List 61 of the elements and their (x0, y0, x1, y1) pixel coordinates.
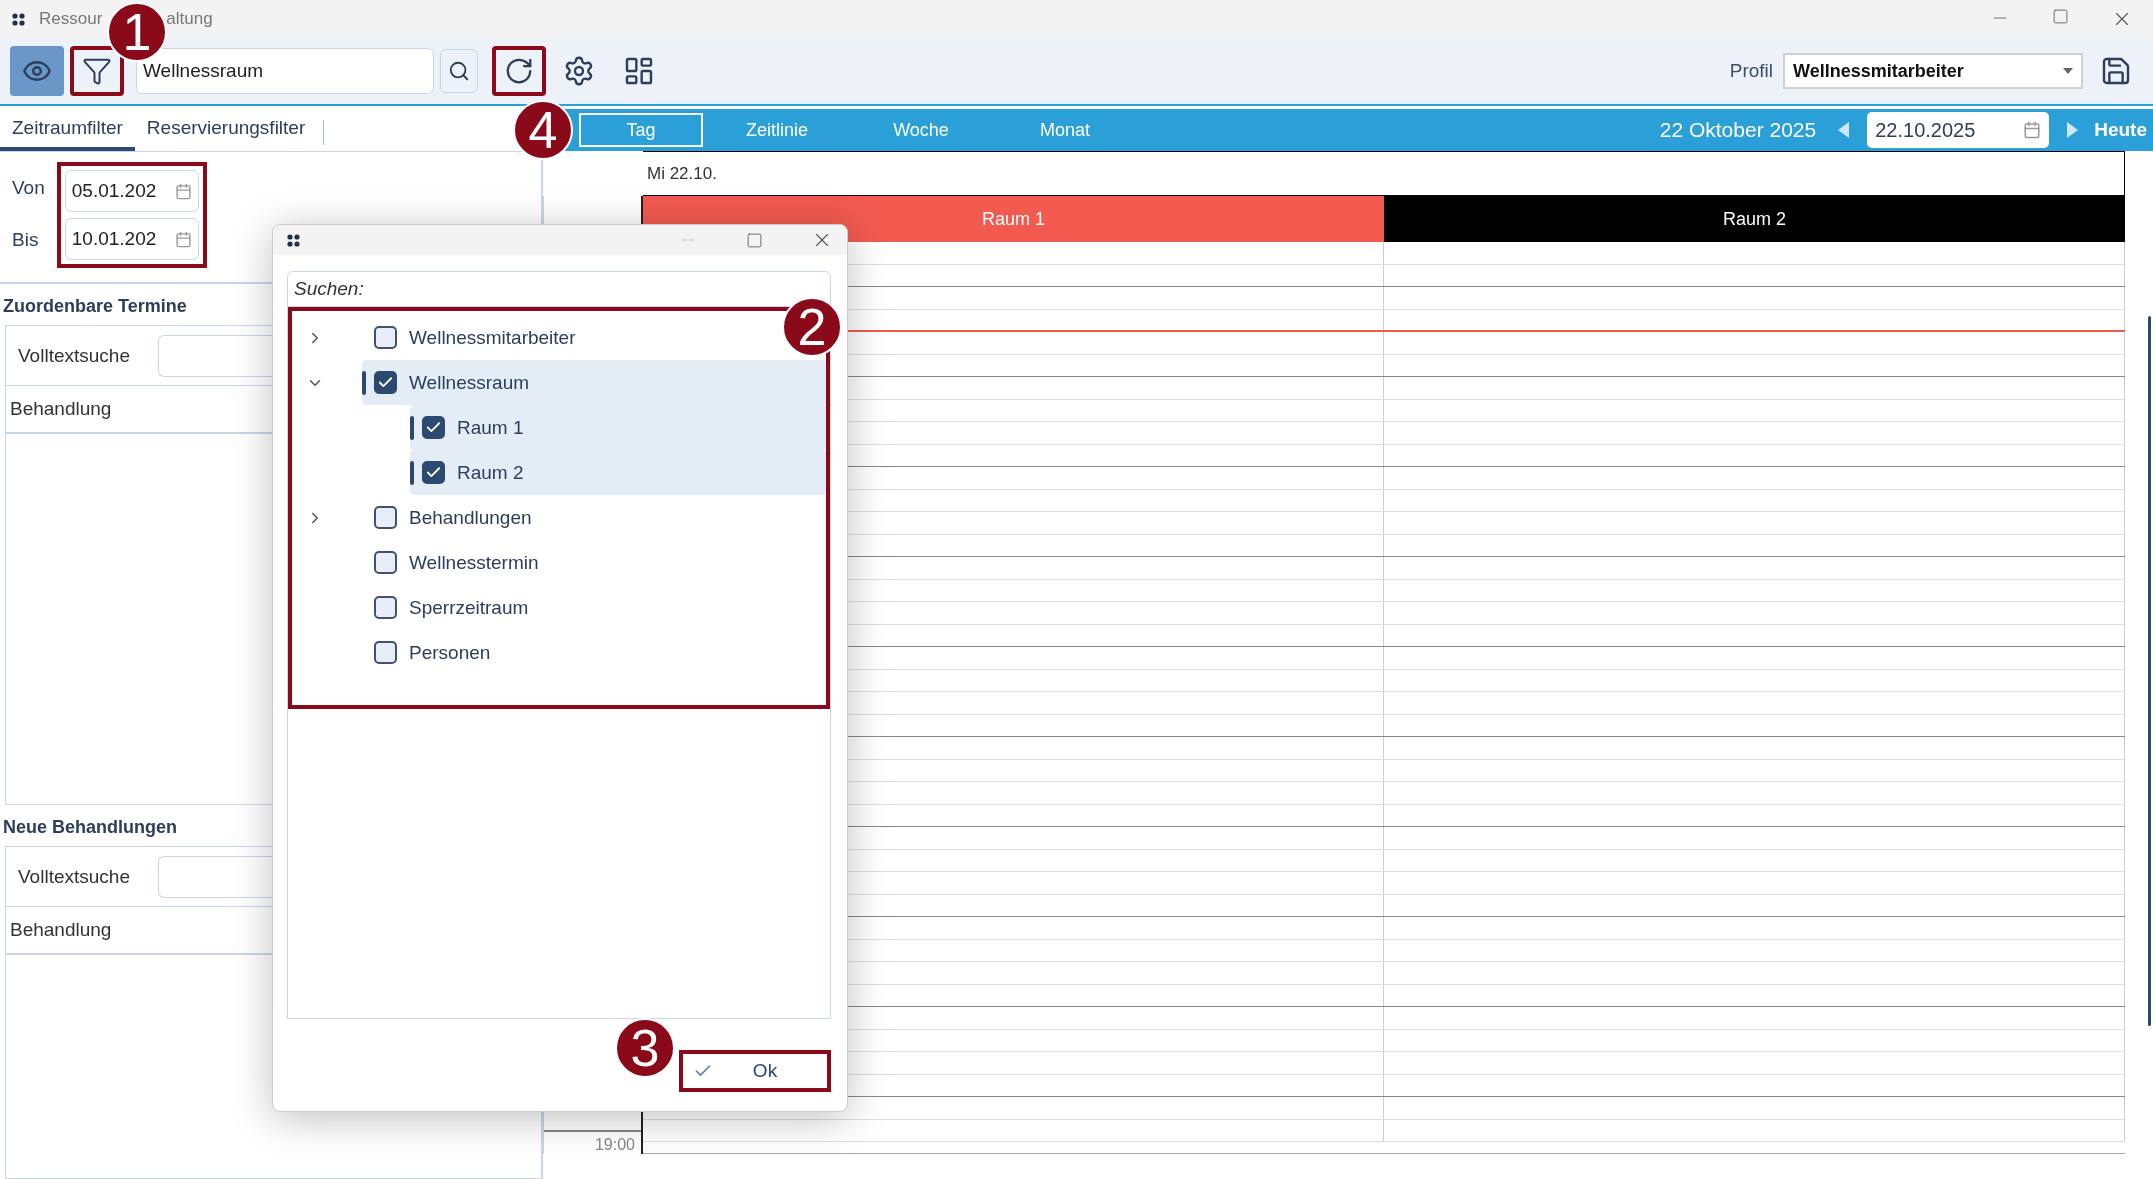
date-label: Von (12, 176, 45, 200)
section-title: Zuordenbare Termine (2, 295, 188, 318)
tab[interactable]: Zeitraumfilter (0, 108, 135, 151)
checkbox[interactable] (422, 416, 445, 439)
eye-button[interactable] (10, 46, 64, 96)
profile-dropdown[interactable]: Wellnessmitarbeiter (1783, 53, 2083, 89)
checkbox[interactable] (374, 641, 397, 664)
time-label: 19:00 (544, 1130, 641, 1154)
tree-item-label: Wellnessmitarbeiter (409, 326, 576, 349)
search-icon (448, 60, 470, 82)
selection-bar (410, 416, 414, 440)
save-icon (2100, 55, 2132, 87)
window-title: Ressour (39, 9, 103, 29)
calendar-icon[interactable] (174, 230, 192, 248)
tree-item-label: Sperrzeitraum (409, 596, 529, 619)
window-title: altung (166, 9, 213, 29)
filter-icon (82, 56, 112, 86)
day-header: Mi 22.10. (643, 151, 2125, 196)
profile-label: Profil (1729, 60, 1773, 82)
tree-item-label: Raum 2 (457, 461, 524, 484)
calendar-icon[interactable] (2023, 121, 2042, 139)
checkbox[interactable] (422, 461, 445, 484)
tree-item[interactable]: Raum 2 (410, 450, 826, 495)
date-field[interactable]: 05.01.202 (64, 170, 199, 212)
date-field[interactable]: 10.01.202 (64, 218, 199, 260)
date-title: 22 Oktober 2025 (1659, 118, 1817, 142)
selection-bar (410, 461, 414, 485)
layout-icon (623, 55, 655, 87)
selection-bar (362, 371, 366, 395)
search-field[interactable]: Suchen: (287, 271, 831, 307)
ok-button[interactable]: Ok (679, 1050, 831, 1092)
tree-item-label: Wellnesstermin (409, 551, 539, 574)
checkbox[interactable] (374, 551, 397, 574)
tree-item[interactable]: Wellnesstermin (362, 540, 551, 585)
tab[interactable]: Reservierungsfilter (134, 108, 318, 151)
app-icon (287, 233, 300, 247)
calendar-icon[interactable] (174, 182, 192, 200)
tree-item[interactable]: Raum 1 (410, 405, 826, 450)
date-label: Bis (12, 228, 40, 252)
tree-item[interactable]: Behandlungen (362, 495, 544, 540)
scrollbar[interactable] (2148, 316, 2151, 1026)
search-label: Volltextsuche (18, 865, 130, 888)
gear-icon (563, 55, 595, 87)
tree-item[interactable]: Personen (362, 630, 503, 675)
checkbox[interactable] (374, 596, 397, 619)
search-button[interactable] (440, 49, 478, 93)
section-title: Neue Behandlungen (2, 816, 178, 839)
date-field[interactable]: 22.10.2025 (1867, 112, 2050, 148)
step-number: 4 (513, 100, 573, 160)
search-label: Volltextsuche (18, 344, 130, 367)
checkbox[interactable] (374, 506, 397, 529)
resource-header: Raum 2 (1384, 196, 2125, 242)
tree-item-label: Behandlungen (409, 506, 532, 529)
checkbox[interactable] (374, 326, 397, 349)
app-icon (12, 12, 25, 26)
refresh-icon (504, 56, 534, 86)
refresh-button[interactable] (492, 46, 546, 96)
tree-item-label: Personen (409, 641, 491, 664)
checkbox[interactable] (374, 371, 397, 394)
tree-item[interactable]: Wellnessmitarbeiter (362, 315, 588, 360)
tree-item[interactable]: Sperrzeitraum (362, 585, 541, 630)
